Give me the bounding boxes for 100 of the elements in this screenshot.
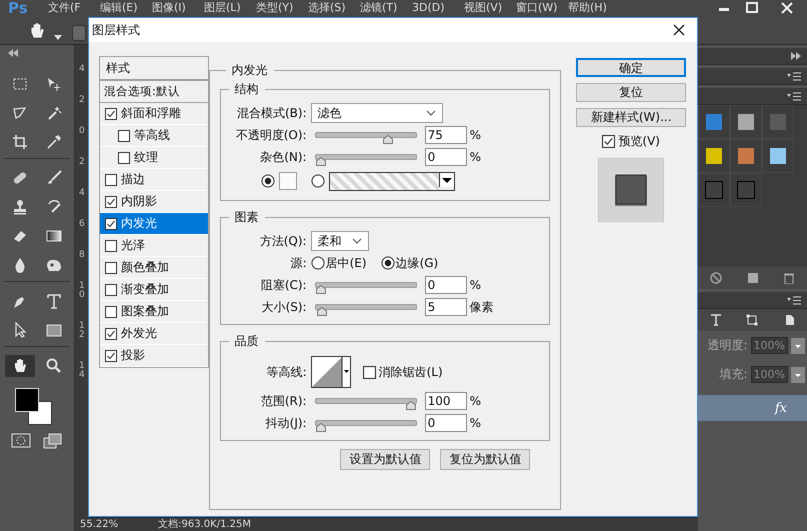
checkbox[interactable] (105, 174, 117, 186)
checkbox[interactable] (602, 135, 616, 148)
type-icon[interactable] (710, 314, 722, 326)
style-swatch[interactable] (738, 114, 754, 130)
style-name: 斜面和浮雕 (121, 105, 181, 122)
menu-item[interactable]: 图层(L) (204, 0, 256, 15)
menu-item[interactable]: 窗口(W) (516, 0, 568, 15)
menu-item[interactable]: 视图(V) (464, 0, 516, 15)
style-list-item[interactable]: 外发光 (100, 323, 208, 345)
close-icon[interactable] (673, 24, 685, 36)
radio-button[interactable] (310, 256, 325, 270)
quick-mask-icon[interactable] (11, 433, 31, 449)
value-field[interactable]: 0 (424, 276, 467, 294)
style-list-item[interactable]: 混合选项:默认 (100, 81, 208, 103)
slider-thumb[interactable] (317, 307, 328, 316)
value-field[interactable]: 0 (424, 414, 467, 432)
menu-item[interactable]: 滤镜(T) (360, 0, 412, 15)
style-list-item[interactable]: 内发光 (100, 213, 208, 235)
menu-item[interactable]: 帮助(H) (568, 0, 620, 15)
panel-menu-icon[interactable] (787, 296, 801, 304)
anti-alias-option[interactable]: 消除锯齿(L) (362, 364, 443, 380)
option-label: 预览(V) (618, 133, 660, 150)
menu-item[interactable]: 选择(S) (308, 0, 360, 15)
style-swatch[interactable] (738, 148, 754, 164)
style-list-item[interactable]: 颜色叠加 (100, 257, 208, 279)
fill-label: 填充: (720, 366, 748, 383)
panel-menu-icon[interactable] (787, 92, 801, 100)
contour-picker[interactable] (310, 356, 351, 388)
style-swatch[interactable] (770, 148, 786, 164)
style-list-item[interactable]: 斜面和浮雕 (100, 103, 208, 125)
ruler-label: 4 (79, 65, 85, 74)
radio-button[interactable] (260, 174, 275, 188)
hand-icon[interactable] (5, 355, 35, 377)
default-button[interactable]: 设置为默认值 (340, 449, 430, 470)
style-list-item[interactable]: 纹理 (100, 147, 208, 169)
dropdown-icon[interactable] (791, 338, 805, 354)
collapse-icon[interactable] (8, 49, 18, 57)
color-swatches-drawing[interactable] (14, 387, 54, 425)
checkbox[interactable] (105, 240, 117, 252)
no-sign-icon[interactable] (710, 272, 722, 284)
slider-thumb[interactable] (316, 423, 326, 432)
preview-option[interactable]: 预览(V) (602, 133, 660, 150)
menu-item[interactable]: 编辑(E) (100, 0, 152, 15)
checkbox[interactable] (362, 366, 376, 378)
style-list-item[interactable]: 投影 (100, 345, 208, 367)
value-field[interactable]: 100 (424, 392, 467, 410)
expand-icon[interactable] (791, 52, 801, 60)
screen-mode-icon[interactable] (43, 433, 63, 449)
color-swatch[interactable] (278, 172, 297, 190)
checkbox[interactable] (105, 262, 117, 274)
menu-item[interactable]: 类型(Y) (256, 0, 308, 15)
checkbox[interactable] (105, 306, 117, 318)
option-label: 边缘(G) (396, 254, 438, 272)
slider-thumb[interactable] (316, 157, 326, 166)
checkbox[interactable] (118, 152, 130, 164)
slider-thumb[interactable] (383, 135, 394, 144)
checkbox[interactable] (118, 130, 130, 142)
radio-button[interactable] (380, 256, 395, 270)
caret-icon[interactable] (54, 35, 62, 41)
dialog-button[interactable]: 复位 (576, 83, 686, 102)
value-field[interactable]: 5 (424, 298, 467, 316)
panel-menu-icon[interactable] (787, 72, 801, 80)
default-button[interactable]: 复位为默认值 (440, 449, 530, 470)
checkbox[interactable] (105, 108, 117, 120)
dropdown-icon[interactable] (791, 366, 805, 382)
dialog-button[interactable]: 新建样式(W)... (576, 108, 686, 127)
style-swatch[interactable] (770, 114, 786, 130)
dialog-button[interactable]: 确定 (576, 58, 686, 77)
checkbox[interactable] (105, 196, 117, 208)
trash-icon[interactable] (782, 272, 795, 284)
value-field[interactable]: 75 (424, 126, 467, 144)
checkbox[interactable] (105, 350, 117, 362)
slider-thumb[interactable] (316, 285, 326, 294)
style-list-item[interactable]: 渐变叠加 (100, 279, 208, 301)
method-dropdown[interactable]: 柔和 (310, 231, 369, 251)
checkbox[interactable] (105, 218, 117, 230)
style-swatch[interactable] (705, 181, 723, 199)
slider-thumb[interactable] (406, 401, 416, 410)
blend-mode-dropdown[interactable]: 滤色 (310, 103, 443, 123)
style-swatch[interactable] (706, 114, 722, 130)
style-list-item[interactable]: 描边 (100, 169, 208, 191)
style-name: 内阴影 (121, 193, 157, 210)
radio-option[interactable]: 边缘(G) (380, 254, 438, 272)
style-list-item[interactable]: 图案叠加 (100, 301, 208, 323)
value-field[interactable]: 0 (424, 148, 467, 166)
style-list-item[interactable]: 等高线 (100, 125, 208, 147)
radio-button[interactable] (310, 174, 325, 188)
menu-item[interactable]: 文件(F (48, 0, 100, 15)
panel-title: 内发光 (230, 62, 269, 79)
layer-row[interactable]: fx (698, 395, 807, 421)
transform-icon[interactable] (746, 314, 758, 326)
checkbox[interactable] (105, 284, 117, 296)
style-list-item[interactable]: 光泽 (100, 235, 208, 257)
gradient-picker[interactable] (328, 172, 455, 190)
menu-item[interactable]: 3D(D) (412, 0, 464, 15)
style-swatch[interactable] (706, 148, 722, 164)
radio-option[interactable]: 居中(E) (310, 254, 367, 272)
style-swatch[interactable] (737, 181, 755, 199)
menu-item[interactable]: 图像(I) (152, 0, 204, 15)
checkbox[interactable] (105, 328, 117, 340)
